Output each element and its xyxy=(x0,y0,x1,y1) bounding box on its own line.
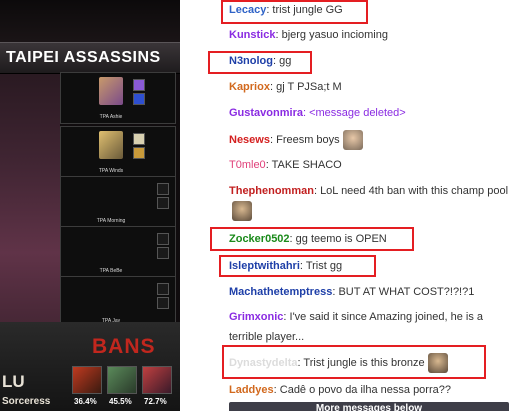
more-messages-label: More messages below xyxy=(315,403,423,411)
banned-champion-icon xyxy=(142,366,172,394)
summoner-spell-icon xyxy=(157,183,169,195)
chat-message: Machathetemptress: BUT AT WHAT COST?!?!?… xyxy=(229,282,509,302)
chat-username[interactable]: Gustavonmira xyxy=(229,107,303,119)
chat-message: Kapriox: gj T PJSa;t M xyxy=(229,77,509,97)
summoner-spell-icon xyxy=(133,79,145,91)
player-slot: TPA Winds xyxy=(60,126,176,178)
chat-username[interactable]: Nesews xyxy=(229,134,270,146)
player-name: TPA BeBe xyxy=(99,268,123,274)
more-messages-bar[interactable]: More messages below xyxy=(229,402,509,411)
highlight-box xyxy=(208,51,312,74)
summoner-spell-icon xyxy=(157,283,169,295)
chat-message: Grimxonic: I've said it since Amazing jo… xyxy=(229,307,509,347)
player-name: TPA Morning xyxy=(96,218,126,224)
chat-message: Thephenomman: LoL need 4th ban with this… xyxy=(229,181,509,222)
chat-message: Kunstick: bjerg yasuo incioming xyxy=(229,25,509,45)
chat-username[interactable]: Machathetemptress xyxy=(229,286,332,298)
player-name: TPA Winds xyxy=(98,168,124,174)
ban-rate: 72.7% xyxy=(144,397,167,406)
chat-text: : TAKE SHACO xyxy=(265,159,342,171)
highlight-box xyxy=(219,255,376,277)
ban-rate: 36.4% xyxy=(74,397,97,406)
chat-message: T0mle0: TAKE SHACO xyxy=(229,155,509,175)
stream-top-band xyxy=(0,0,180,42)
chat-username[interactable]: Grimxonic xyxy=(229,311,283,323)
highlight-box xyxy=(210,227,414,251)
chat-username[interactable]: Kapriox xyxy=(229,81,270,93)
kappa-emote-icon xyxy=(232,201,252,222)
team-name: TAIPEI ASSASSINS xyxy=(6,49,161,66)
bans-title: BANS xyxy=(92,335,156,358)
highlight-box xyxy=(222,345,486,379)
player-tag-subtitle: Sorceress xyxy=(2,396,51,407)
chat-text: : gj T PJSa;t M xyxy=(269,81,342,93)
player-slot: TPA BeBe xyxy=(60,226,176,278)
player-slot: TPA Jay xyxy=(60,276,176,328)
summoner-spell-icon xyxy=(133,93,145,105)
summoner-spell-icon xyxy=(157,233,169,245)
summoner-spell-icon xyxy=(157,197,169,209)
highlight-box xyxy=(221,0,368,24)
chat-text: : Cadê o povo da ilha nessa porra?? xyxy=(273,384,451,396)
champion-portrait xyxy=(99,77,123,105)
chat-username[interactable]: Laddyes xyxy=(229,384,274,396)
summoner-spell-icon xyxy=(133,147,145,159)
summoner-spell-icon xyxy=(157,297,169,309)
player-slot: TPA Morning xyxy=(60,176,176,228)
champion-portrait xyxy=(99,131,123,159)
chat-text: : Freesm boys xyxy=(269,134,340,146)
chat-username[interactable]: Kunstick xyxy=(229,29,275,41)
panel-divider xyxy=(180,0,208,411)
ban-rate: 45.5% xyxy=(109,397,132,406)
player-tag: LU xyxy=(2,372,25,391)
chat-username[interactable]: Thephenomman xyxy=(229,185,314,197)
chat-message: Nesews: Freesm boys xyxy=(229,130,509,151)
chat-message: Laddyes: Cadê o povo da ilha nessa porra… xyxy=(229,380,509,400)
chat-panel: Lecacy: trist jungle GG Kunstick: bjerg … xyxy=(208,0,532,411)
summoner-spell-icon xyxy=(157,247,169,259)
banned-champion-icon xyxy=(107,366,137,394)
stream-video[interactable]: TAIPEI ASSASSINS TPA Ashie TPA Winds TPA… xyxy=(0,0,180,411)
chat-text: : BUT AT WHAT COST?!?!?1 xyxy=(332,286,475,298)
player-slot: TPA Ashie xyxy=(60,72,176,124)
banned-champion-icon xyxy=(72,366,102,394)
chat-text: : bjerg yasuo incioming xyxy=(275,29,388,41)
player-name: TPA Ashie xyxy=(99,114,123,120)
chat-text: : LoL need 4th ban with this champ pool xyxy=(313,185,509,197)
face-emote-icon xyxy=(342,130,363,151)
summoner-spell-icon xyxy=(133,133,145,145)
chat-text: : <message deleted> xyxy=(302,107,406,119)
chat-message: Gustavonmira: <message deleted> xyxy=(229,103,509,123)
chat-username[interactable]: T0mle0 xyxy=(229,159,266,171)
